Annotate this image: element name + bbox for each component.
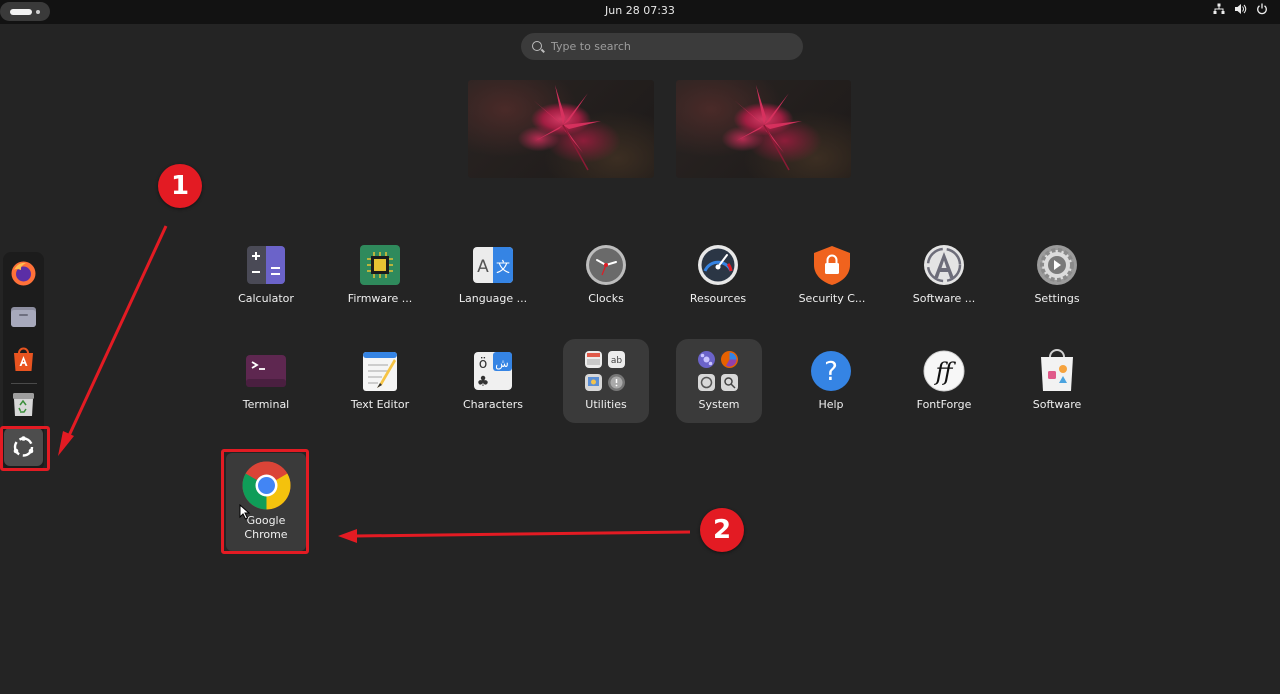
resources-icon — [696, 243, 740, 287]
svg-text:ab: ab — [611, 356, 623, 366]
app-label: Security C... — [798, 292, 866, 305]
software-updater-icon — [922, 243, 966, 287]
system-folder-icon — [696, 349, 742, 395]
calculator-icon — [244, 243, 288, 287]
clock[interactable]: Jun 28 07:33 — [0, 4, 1280, 17]
app-label: Terminal — [242, 398, 290, 411]
search-input[interactable] — [551, 33, 796, 60]
app-calculator[interactable]: Calculator — [223, 233, 309, 317]
software-icon — [1035, 349, 1079, 393]
app-clocks[interactable]: Clocks — [563, 233, 649, 317]
app-label: Characters — [462, 398, 524, 411]
workspace-thumbnail-1[interactable] — [468, 80, 654, 178]
step-badge-1: 1 — [158, 164, 202, 208]
svg-text:文: 文 — [496, 260, 510, 276]
wallpaper-leaf-image — [533, 85, 601, 171]
app-language[interactable]: A文 Language ... — [450, 233, 536, 317]
settings-icon — [1035, 243, 1079, 287]
svg-text:ö: ö — [479, 356, 488, 372]
app-label: Software — [1032, 398, 1082, 411]
app-fontforge[interactable]: ff FontForge — [901, 339, 987, 423]
svg-text:♣: ♣ — [477, 374, 490, 390]
app-label: Software ... — [912, 292, 976, 305]
help-icon: ? — [809, 349, 853, 393]
clocks-icon — [584, 243, 628, 287]
app-center-icon[interactable] — [10, 346, 37, 373]
trash-icon[interactable] — [10, 391, 37, 418]
svg-text:?: ? — [824, 357, 838, 387]
app-software-updater[interactable]: Software ... — [901, 233, 987, 317]
network-icon[interactable] — [1213, 3, 1225, 20]
svg-text:A: A — [477, 257, 489, 277]
app-software[interactable]: Software — [1014, 339, 1100, 423]
app-text-editor[interactable]: Text Editor — [337, 339, 423, 423]
app-label: Language ... — [458, 292, 528, 305]
app-terminal[interactable]: Terminal — [223, 339, 309, 423]
search-bar[interactable] — [521, 33, 803, 60]
characters-icon: ö ش ♣ — [471, 349, 515, 393]
app-firmware[interactable]: Firmware ... — [337, 233, 423, 317]
app-help[interactable]: ? Help — [788, 339, 874, 423]
app-label: Clocks — [588, 292, 624, 305]
workspace-thumbnail-2[interactable] — [676, 80, 851, 178]
app-label: Resources — [689, 292, 747, 305]
app-characters[interactable]: ö ش ♣ Characters — [450, 339, 536, 423]
wallpaper-leaf-image — [734, 85, 802, 171]
app-label: Calculator — [238, 292, 294, 305]
app-security-center[interactable]: Security C... — [789, 233, 875, 317]
app-label: Help — [818, 398, 844, 411]
firefox-icon[interactable] — [10, 260, 37, 287]
text-editor-icon — [358, 349, 402, 393]
files-icon[interactable] — [10, 303, 37, 330]
folder-system[interactable]: System — [676, 339, 762, 423]
folder-utilities[interactable]: ab Utilities — [563, 339, 649, 423]
app-label: Firmware ... — [347, 292, 413, 305]
app-label: System — [698, 398, 740, 411]
app-settings[interactable]: Settings — [1014, 233, 1100, 317]
terminal-icon — [244, 349, 288, 393]
top-bar: Jun 28 07:33 — [0, 0, 1280, 24]
system-tray[interactable] — [1213, 3, 1268, 20]
app-resources[interactable]: Resources — [675, 233, 761, 317]
step-badge-2: 2 — [700, 508, 744, 552]
search-icon — [532, 41, 542, 51]
dock-separator — [11, 383, 37, 384]
app-label: Text Editor — [350, 398, 410, 411]
language-icon: A文 — [471, 243, 515, 287]
app-label: Utilities — [585, 398, 627, 411]
security-icon — [810, 243, 854, 287]
app-label: Settings — [1034, 292, 1080, 305]
app-label: FontForge — [916, 398, 972, 411]
utilities-folder-icon: ab — [583, 349, 629, 395]
highlight-show-apps — [0, 426, 50, 471]
highlight-google-chrome — [221, 449, 309, 554]
svg-text:ش: ش — [495, 357, 508, 370]
fontforge-icon: ff — [922, 349, 966, 393]
volume-icon[interactable] — [1234, 3, 1247, 20]
firmware-icon — [358, 243, 402, 287]
power-icon[interactable] — [1256, 3, 1268, 20]
